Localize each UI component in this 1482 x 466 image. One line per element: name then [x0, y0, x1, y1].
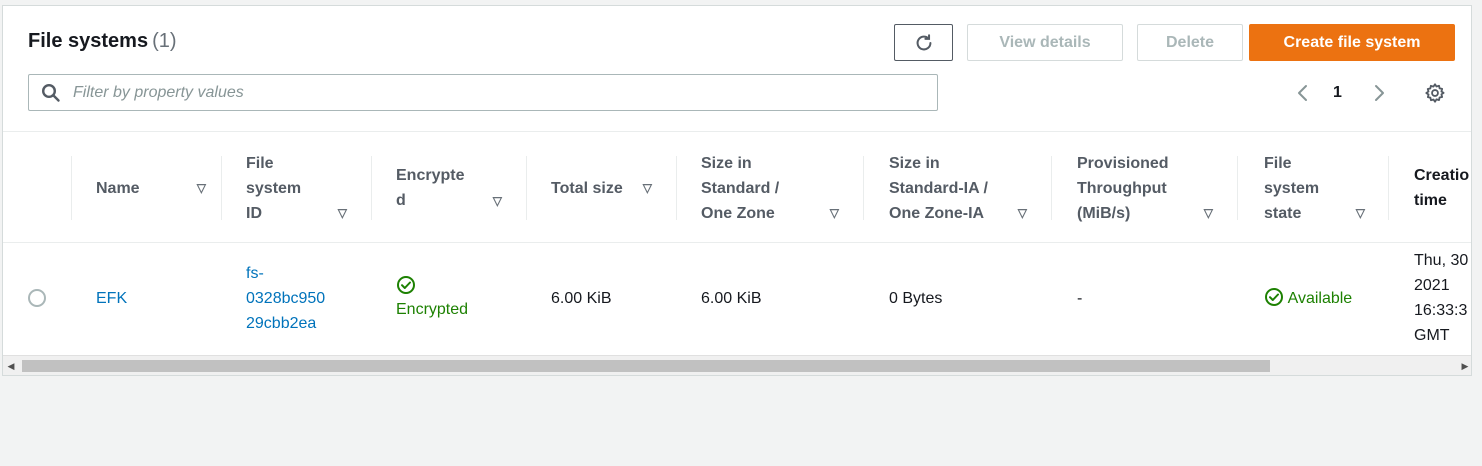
- scroll-right-arrow-icon[interactable]: ▶: [1457, 356, 1471, 375]
- state-status: Available: [1264, 286, 1352, 311]
- column-header-size-ia[interactable]: Size in Standard-IA / One Zone-IA ▽: [889, 132, 1031, 244]
- sort-icon: ▽: [642, 181, 652, 195]
- file-systems-panel: File systems (1) View details Delete Crea…: [2, 5, 1472, 376]
- sort-icon: ▽: [1017, 206, 1027, 220]
- page-title: File systems (1): [28, 30, 177, 53]
- column-header-size-standard[interactable]: Size in Standard / One Zone ▽: [701, 132, 843, 244]
- column-separator: [371, 156, 372, 220]
- column-header-label: Total size: [551, 179, 623, 197]
- file-system-id-link[interactable]: fs- 0328bc950 29cbb2ea: [246, 261, 325, 336]
- table-preferences-button[interactable]: [1424, 80, 1446, 106]
- sort-icon: ▽: [337, 206, 347, 220]
- column-header-state[interactable]: File system state ▽: [1264, 132, 1369, 244]
- column-header-label: Size in Standard-IA / One Zone-IA: [889, 154, 988, 222]
- page-title-text: File systems: [28, 30, 149, 52]
- cell-file-system-id[interactable]: fs- 0328bc950 29cbb2ea: [246, 243, 325, 353]
- column-separator: [1237, 156, 1238, 220]
- refresh-button[interactable]: [894, 24, 953, 61]
- scrollbar-thumb[interactable]: [22, 360, 1270, 372]
- cell-name[interactable]: EFK: [96, 243, 127, 353]
- column-separator: [221, 156, 222, 220]
- table-row[interactable]: EFK fs- 0328bc950 29cbb2ea Encrypted 6.0…: [3, 243, 1471, 353]
- scroll-left-arrow-icon[interactable]: ◀: [3, 356, 19, 375]
- column-header-label: Name: [96, 179, 140, 197]
- cell-size-ia: 0 Bytes: [889, 289, 943, 307]
- next-page-button[interactable]: [1368, 80, 1390, 106]
- table-header: Name ▽ File system ID ▽ Encrypte d ▽ Tot…: [3, 131, 1471, 244]
- current-page-number[interactable]: 1: [1333, 80, 1342, 106]
- creation-time-text: Thu, 30 2021 16:33:3 GMT: [1414, 252, 1469, 344]
- cell-total-size: 6.00 KiB: [551, 289, 612, 307]
- column-separator: [526, 156, 527, 220]
- sort-icon: ▽: [196, 181, 206, 195]
- column-separator: [71, 156, 72, 220]
- panel-header: File systems (1) View details Delete Crea…: [3, 6, 1471, 131]
- sort-icon: ▽: [829, 206, 839, 220]
- row-select-radio[interactable]: [28, 289, 46, 307]
- column-header-label: File system ID: [246, 154, 302, 222]
- filter-search-box[interactable]: [28, 74, 938, 111]
- column-separator: [1388, 156, 1389, 220]
- cell-throughput: -: [1077, 289, 1083, 307]
- previous-page-button[interactable]: [1292, 80, 1314, 106]
- check-circle-icon: [397, 275, 415, 294]
- column-header-label: Encrypte d: [396, 167, 465, 209]
- column-separator: [676, 156, 677, 220]
- horizontal-scrollbar[interactable]: ◀ ▶: [3, 355, 1471, 375]
- column-separator: [863, 156, 864, 220]
- column-header-label: Creatio time: [1414, 167, 1470, 209]
- column-header-throughput[interactable]: Provisioned Throughput (MiB/s) ▽: [1077, 132, 1217, 244]
- delete-button[interactable]: Delete: [1137, 24, 1243, 61]
- cell-encrypted: Encrypted: [396, 243, 468, 353]
- item-count: (1): [152, 30, 177, 52]
- file-system-name-link[interactable]: EFK: [96, 286, 127, 311]
- cell-state: Available: [1264, 243, 1352, 353]
- column-header-label: Provisioned Throughput (MiB/s): [1077, 154, 1169, 222]
- sort-icon: ▽: [1355, 206, 1365, 220]
- cell-creation-time: Thu, 30 2021 16:33:3 GMT: [1414, 243, 1468, 353]
- filter-input[interactable]: [73, 83, 893, 102]
- column-separator: [1051, 156, 1052, 220]
- encrypted-status: Encrypted: [396, 275, 468, 322]
- refresh-icon: [916, 33, 931, 50]
- chevron-right-icon: [1375, 85, 1384, 101]
- column-header-total-size[interactable]: Total size ▽: [551, 132, 656, 244]
- check-circle-icon: [1265, 287, 1283, 306]
- search-icon: [41, 83, 60, 102]
- column-header-label: Size in Standard / One Zone: [701, 154, 780, 222]
- cell-size-standard: 6.00 KiB: [701, 289, 762, 307]
- column-header-name[interactable]: Name ▽: [96, 132, 206, 244]
- sort-icon: ▽: [1203, 206, 1213, 220]
- column-header-label: File system state: [1264, 154, 1320, 222]
- column-header-encrypted[interactable]: Encrypte d ▽: [396, 132, 506, 244]
- chevron-left-icon: [1298, 85, 1307, 101]
- view-details-button[interactable]: View details: [967, 24, 1123, 61]
- create-file-system-button[interactable]: Create file system: [1249, 24, 1455, 61]
- column-header-file-system-id[interactable]: File system ID ▽: [246, 132, 351, 244]
- sort-icon: ▽: [492, 194, 502, 208]
- column-header-creation-time[interactable]: Creatio time: [1414, 132, 1471, 244]
- gear-icon: [1425, 83, 1445, 103]
